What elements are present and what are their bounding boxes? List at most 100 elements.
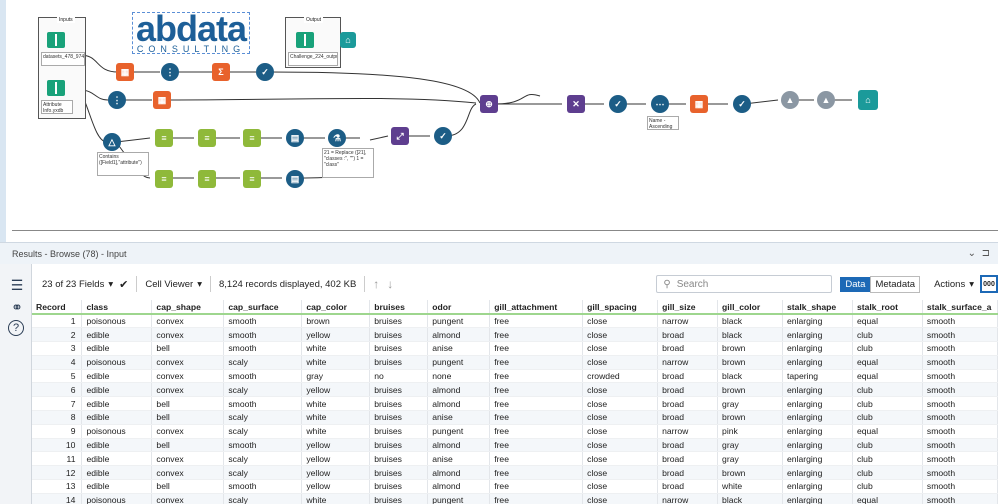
table-cell[interactable]: scaly — [223, 410, 303, 425]
multi-row-icon[interactable]: ≡ — [243, 129, 261, 147]
table-cell[interactable]: smooth — [922, 396, 998, 412]
table-cell[interactable]: smooth — [223, 341, 303, 356]
column-header[interactable]: gill_color — [717, 300, 783, 315]
table-cell[interactable]: no — [369, 369, 429, 384]
table-cell[interactable]: almond — [427, 438, 491, 453]
table-cell[interactable]: bruises — [369, 410, 429, 425]
cell-viewer-dropdown[interactable]: Cell Viewer — [145, 279, 193, 290]
table-cell[interactable]: convex — [151, 493, 225, 504]
table-cell[interactable]: enlarging — [782, 355, 853, 370]
test-icon[interactable]: ▲ — [781, 91, 799, 109]
table-cell[interactable]: free — [489, 327, 584, 343]
table-cell[interactable]: broad — [657, 465, 719, 481]
table-cell[interactable]: convex — [151, 314, 225, 329]
table-cell[interactable]: enlarging — [782, 424, 853, 439]
table-cell[interactable]: white — [301, 410, 371, 425]
browse-icon[interactable]: ⌂ — [858, 90, 878, 110]
join-icon[interactable]: ⊕ — [480, 95, 498, 113]
table-cell[interactable]: bell — [151, 479, 225, 494]
table-cell[interactable]: close — [582, 396, 659, 412]
column-header[interactable]: bruises — [369, 300, 429, 315]
multi-row-icon[interactable]: ≡ — [198, 129, 216, 147]
transpose-icon[interactable]: ▦ — [690, 95, 708, 113]
record-number-cell[interactable]: 5 — [32, 369, 83, 384]
table-cell[interactable]: edible — [81, 327, 153, 343]
table-cell[interactable]: brown — [717, 382, 783, 398]
table-cell[interactable]: edible — [81, 396, 153, 412]
column-header[interactable]: odor — [427, 300, 491, 315]
search-input[interactable]: ⚲ Search — [656, 275, 833, 293]
table-cell[interactable]: edible — [81, 410, 153, 425]
table-cell[interactable]: black — [717, 314, 783, 329]
chevron-down-icon[interactable]: ▾ — [197, 279, 202, 290]
select-icon[interactable]: ✓ — [733, 95, 751, 113]
column-header[interactable]: stalk_surface_a — [922, 300, 998, 315]
table-cell[interactable]: bell — [151, 341, 225, 356]
table-cell[interactable]: yellow — [301, 327, 371, 343]
table-cell[interactable]: enlarging — [782, 382, 853, 398]
table-row[interactable]: 12 edible convex scaly yellow bruises almond fr… — [32, 465, 998, 481]
table-cell[interactable]: narrow — [657, 424, 719, 439]
table-cell[interactable]: poisonous — [81, 424, 153, 439]
table-cell[interactable]: smooth — [922, 451, 998, 467]
results-controls[interactable]: ⌄ ⊐ — [968, 248, 990, 259]
formula-icon[interactable]: ⚗ — [328, 129, 346, 147]
table-cell[interactable]: pungent — [427, 424, 491, 439]
table-cell[interactable]: white — [301, 424, 371, 439]
table-cell[interactable]: enlarging — [782, 410, 853, 425]
record-number-cell[interactable]: 10 — [32, 438, 83, 453]
record-number-cell[interactable]: 6 — [32, 382, 83, 398]
table-cell[interactable]: yellow — [301, 451, 371, 467]
table-cell[interactable]: bruises — [369, 341, 429, 356]
table-cell[interactable]: white — [301, 355, 371, 370]
sort-icon[interactable]: ⋯ — [651, 95, 669, 113]
table-cell[interactable]: broad — [657, 382, 719, 398]
arrow-up-icon[interactable]: ↑ — [373, 277, 379, 291]
record-number-cell[interactable]: 7 — [32, 396, 83, 412]
list-icon[interactable]: ☰ — [8, 276, 26, 294]
table-cell[interactable]: smooth — [922, 369, 998, 384]
summarize-icon[interactable]: Σ — [212, 63, 230, 81]
dynamic-rename-icon[interactable]: ▤ — [286, 129, 304, 147]
table-cell[interactable]: edible — [81, 382, 153, 398]
table-cell[interactable]: almond — [427, 382, 491, 398]
table-cell[interactable]: smooth — [223, 479, 303, 494]
table-cell[interactable]: broad — [657, 341, 719, 356]
table-cell[interactable]: smooth — [922, 382, 998, 398]
table-cell[interactable]: edible — [81, 438, 153, 453]
table-cell[interactable]: club — [852, 410, 923, 425]
table-cell[interactable]: broad — [657, 396, 719, 412]
transpose-icon[interactable]: ▦ — [153, 91, 171, 109]
table-cell[interactable]: free — [489, 451, 584, 467]
table-cell[interactable]: convex — [151, 327, 225, 343]
record-number-cell[interactable]: 3 — [32, 341, 83, 356]
table-cell[interactable]: close — [582, 465, 659, 481]
output-data-icon[interactable] — [296, 32, 314, 48]
table-cell[interactable]: black — [717, 369, 783, 384]
column-header[interactable]: Record — [32, 300, 83, 315]
table-cell[interactable]: enlarging — [782, 493, 853, 504]
table-cell[interactable]: smooth — [223, 396, 303, 412]
table-cell[interactable]: anise — [427, 410, 491, 425]
table-cell[interactable]: club — [852, 396, 923, 412]
table-cell[interactable]: smooth — [223, 438, 303, 453]
table-cell[interactable]: narrow — [657, 355, 719, 370]
table-cell[interactable]: bruises — [369, 382, 429, 398]
table-cell[interactable]: tapering — [782, 369, 853, 384]
table-cell[interactable]: close — [582, 382, 659, 398]
column-header[interactable]: class — [81, 300, 153, 315]
record-number-cell[interactable]: 9 — [32, 424, 83, 439]
union-icon[interactable]: ⤢ — [391, 127, 409, 145]
record-id-icon[interactable]: ⋮ — [161, 63, 179, 81]
table-cell[interactable]: convex — [151, 382, 225, 398]
table-cell[interactable]: yellow — [301, 382, 371, 398]
table-cell[interactable]: white — [301, 493, 371, 504]
table-cell[interactable]: smooth — [922, 327, 998, 343]
table-row[interactable]: 14 poisonous convex scaly white bruises pungen… — [32, 493, 998, 504]
table-cell[interactable]: enlarging — [782, 396, 853, 412]
table-cell[interactable]: black — [717, 493, 783, 504]
record-number-cell[interactable]: 2 — [32, 327, 83, 343]
table-cell[interactable]: free — [489, 396, 584, 412]
table-row[interactable]: 4 poisonous convex scaly white bruises pungent… — [32, 355, 998, 370]
check-icon[interactable]: ✔ — [119, 278, 128, 291]
